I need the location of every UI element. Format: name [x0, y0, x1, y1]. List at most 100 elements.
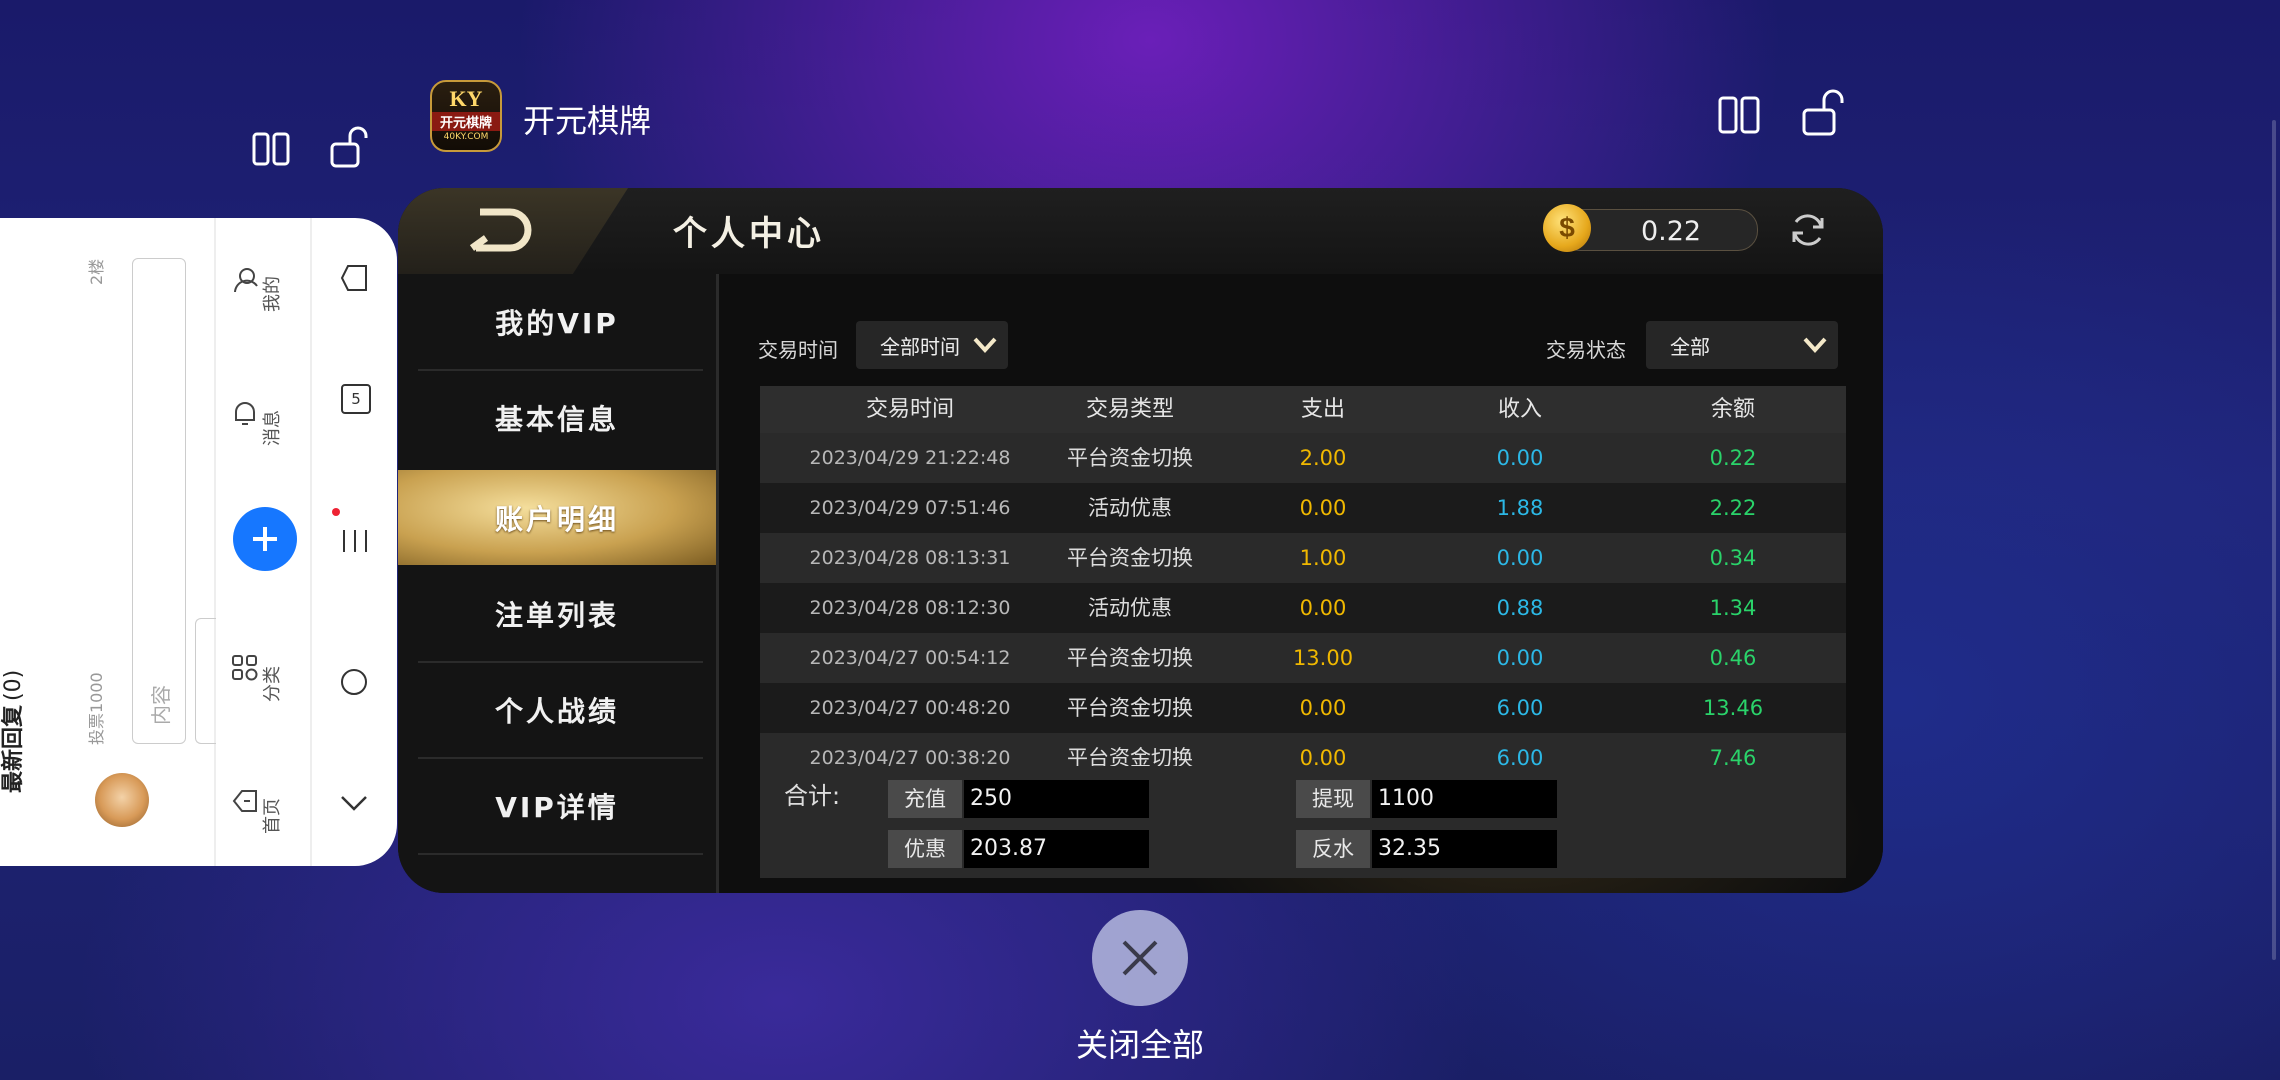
close-all-button[interactable]: [1092, 910, 1188, 1006]
col-header-balance: 余额: [1710, 397, 1755, 422]
promo-key: 优惠: [888, 830, 962, 868]
cell-type: 活动优惠: [1088, 496, 1172, 520]
home-circle-icon[interactable]: [338, 666, 370, 698]
avatar[interactable]: [95, 773, 149, 827]
game-window[interactable]: 个人中心 $ 0.22 我的VIP 基本信息 账户明细 注单列表 个人战绩 VI…: [398, 188, 1883, 893]
cell-balance: 0.22: [1709, 446, 1757, 470]
app-title: 开元棋牌: [523, 102, 652, 140]
col-header-income: 收入: [1497, 397, 1542, 422]
cell-time: 2023/04/28 08:13:31: [809, 547, 1011, 569]
cell-income: 6.00: [1496, 696, 1544, 720]
cell-income: 0.88: [1496, 596, 1544, 620]
split-screen-icon[interactable]: [1718, 96, 1760, 134]
table-row[interactable]: 2023/04/29 07:51:46 活动优惠 0.00 1.88 2.22: [760, 483, 1846, 533]
coin-icon: $: [1543, 204, 1591, 252]
cell-expense: 0.00: [1299, 746, 1347, 766]
cell-balance: 2.22: [1709, 496, 1757, 520]
recharge-key: 充值: [888, 780, 962, 818]
bell-icon[interactable]: [230, 398, 260, 428]
summary-label: 合计:: [784, 782, 841, 810]
notification-dot: [332, 508, 340, 516]
tab-label-home[interactable]: 首页: [258, 794, 283, 834]
table-row[interactable]: 2023/04/28 08:12:30 活动优惠 0.00 0.88 1.34: [760, 583, 1846, 633]
menu-item-vip-details[interactable]: VIP详情: [398, 758, 716, 853]
nav-back-icon[interactable]: [338, 262, 370, 294]
recharge-value: 250: [964, 780, 1149, 818]
cell-type: 平台资金切换: [1067, 446, 1193, 470]
promo-value: 203.87: [964, 830, 1149, 868]
cell-income: 0.00: [1496, 646, 1544, 670]
menu-item-bet-list[interactable]: 注单列表: [398, 566, 716, 661]
cell-time: 2023/04/27 00:54:12: [809, 647, 1011, 669]
close-all-label[interactable]: 关闭全部: [1040, 1020, 1240, 1066]
cell-time: 2023/04/29 07:51:46: [809, 497, 1011, 519]
cell-expense: 0.00: [1299, 596, 1347, 620]
cell-income: 6.00: [1496, 746, 1544, 766]
status-filter-select[interactable]: 全部: [1646, 321, 1838, 369]
cell-expense: 1.00: [1299, 546, 1347, 570]
time-filter-select[interactable]: 全部时间: [856, 321, 1008, 369]
page-title: 个人中心: [673, 214, 825, 254]
recents-icon[interactable]: [340, 526, 370, 556]
cell-type: 平台资金切换: [1067, 546, 1193, 570]
table-row[interactable]: 2023/04/27 00:48:20 平台资金切换 0.00 6.00 13.46: [760, 683, 1846, 733]
top-bar: 个人中心 $ 0.22: [398, 188, 1883, 276]
cell-income: 0.00: [1496, 546, 1544, 570]
cell-balance: 0.34: [1709, 546, 1757, 570]
content-field[interactable]: [132, 258, 186, 744]
unlock-icon[interactable]: [330, 124, 370, 168]
table-row[interactable]: 2023/04/27 00:38:20 平台资金切换 0.00 6.00 7.46: [760, 733, 1846, 766]
cell-balance: 7.46: [1709, 746, 1757, 766]
withdraw-value: 1100: [1372, 780, 1557, 818]
back-arrow-icon[interactable]: [470, 206, 536, 256]
status-filter-label: 交易状态: [1546, 338, 1626, 362]
table-row[interactable]: 2023/04/27 00:54:12 平台资金切换 13.00 0.00 0.46: [760, 633, 1846, 683]
app-logo[interactable]: KY 开元棋牌 40KY.COM: [430, 80, 502, 152]
table-row[interactable]: 2023/04/29 21:22:48 平台资金切换 2.00 0.00 0.22: [760, 433, 1846, 483]
vote-label: 投票1000: [87, 672, 106, 745]
table-row[interactable]: 2023/04/28 08:13:31 平台资金切换 1.00 0.00 0.34: [760, 533, 1846, 583]
content-placeholder: 内容: [149, 685, 173, 725]
table-header: 交易时间 交易类型 支出 收入 余额: [760, 386, 1846, 433]
person-icon[interactable]: [230, 264, 260, 294]
cell-expense: 0.00: [1299, 696, 1347, 720]
tab-label-messages[interactable]: 消息: [258, 406, 283, 446]
menu-item-account-details[interactable]: 账户明细: [398, 470, 716, 565]
cell-balance: 13.46: [1702, 696, 1764, 720]
add-post-button[interactable]: [233, 507, 297, 571]
nav-badge: 5: [341, 384, 371, 414]
cell-type: 平台资金切换: [1067, 746, 1193, 766]
chevron-down-icon: [1803, 337, 1827, 353]
menu-item-my-vip[interactable]: 我的VIP: [398, 274, 716, 369]
menu-item-basic-info[interactable]: 基本信息: [398, 370, 716, 465]
col-header-time: 交易时间: [865, 397, 954, 422]
transaction-table: 交易时间 交易类型 支出 收入 余额 2023/04/29 21:22:48 平台…: [760, 386, 1846, 766]
scrollbar[interactable]: [2272, 120, 2276, 960]
unlock-icon[interactable]: [1802, 88, 1848, 136]
floor-label: 2楼: [87, 258, 106, 285]
cell-expense: 2.00: [1299, 446, 1347, 470]
tab-label-category[interactable]: 分类: [258, 662, 283, 702]
home-icon[interactable]: [230, 786, 260, 816]
col-header-expense: 支出: [1300, 397, 1345, 422]
chevron-down-icon[interactable]: [338, 791, 370, 815]
tab-label-mine[interactable]: 我的: [258, 272, 283, 312]
split-screen-icon[interactable]: [252, 132, 290, 166]
withdraw-key: 提现: [1296, 780, 1370, 818]
cell-balance: 0.46: [1709, 646, 1757, 670]
time-filter-label: 交易时间: [758, 338, 838, 362]
menu-item-personal-record[interactable]: 个人战绩: [398, 662, 716, 757]
cell-income: 1.88: [1496, 496, 1544, 520]
balance-value: 0.22: [1640, 216, 1702, 247]
reply-title: 最新回复(0): [1, 669, 26, 793]
refresh-icon[interactable]: [1788, 210, 1828, 250]
cell-expense: 0.00: [1299, 496, 1347, 520]
cell-time: 2023/04/29 21:22:48: [809, 447, 1011, 469]
left-app-card[interactable]: 最新回复(0) 投票1000 2楼 内容 我的 消息 分类 首页 5: [0, 218, 397, 866]
app-logo-name: 开元棋牌: [432, 112, 500, 131]
col-header-type: 交易类型: [1085, 397, 1174, 422]
plus-icon: [253, 527, 277, 551]
content-field-2[interactable]: [195, 618, 216, 744]
cell-type: 活动优惠: [1088, 596, 1172, 620]
grid-icon[interactable]: [230, 653, 260, 683]
